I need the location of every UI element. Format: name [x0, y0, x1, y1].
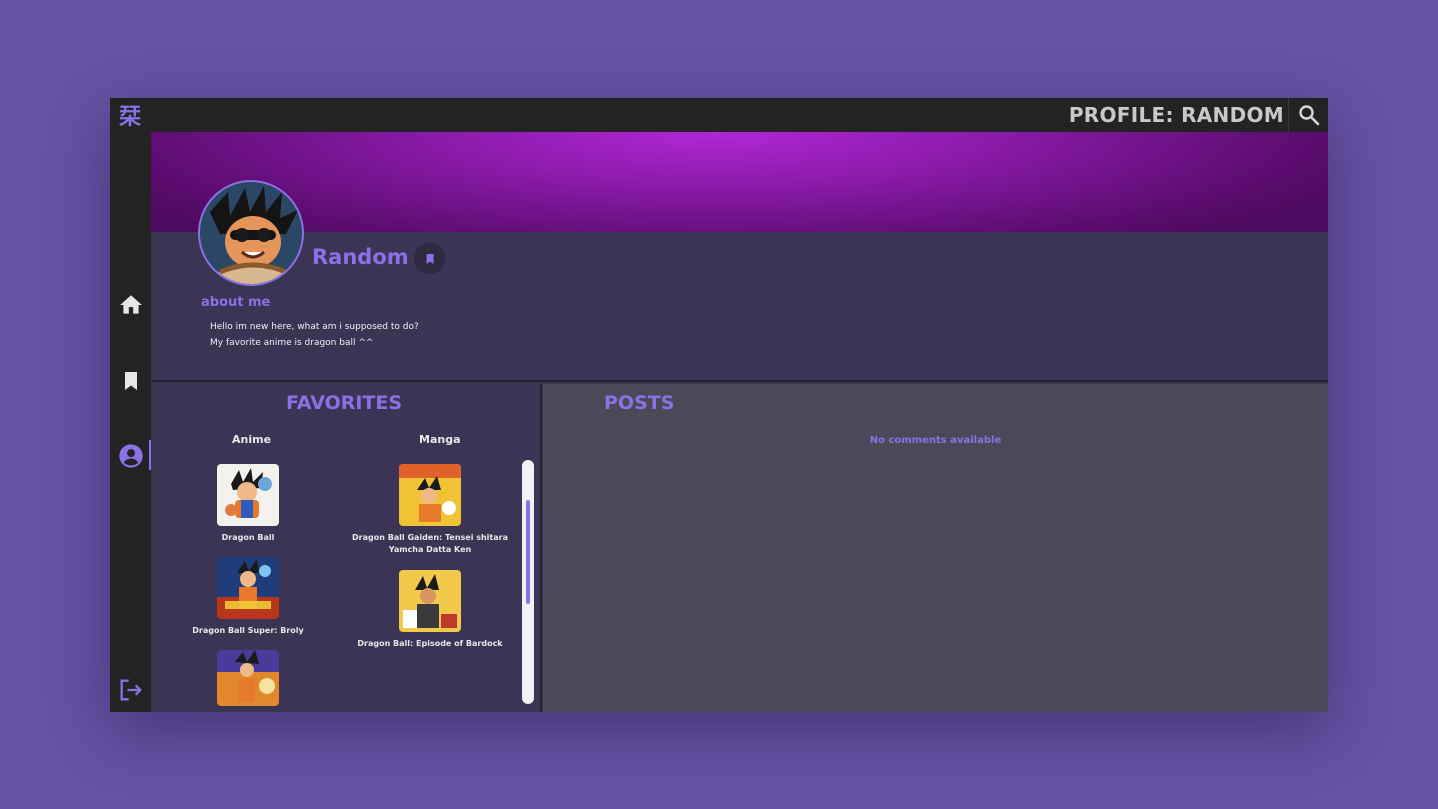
cover-image: [217, 557, 279, 619]
scrollbar-thumb[interactable]: [526, 500, 530, 604]
search-icon: [1298, 105, 1319, 126]
favorite-title: Dragon Ball: Episode of Bardock: [357, 639, 503, 648]
posts-title: POSTS: [604, 392, 675, 414]
top-bar: 栞 PROFILE: RANDOM: [110, 98, 1328, 132]
cover-art: [217, 557, 279, 619]
favorite-anime-item[interactable]: Dragon Ball Super: Broly: [153, 557, 343, 637]
logout-icon: [120, 679, 141, 701]
cover-image: [217, 650, 279, 706]
app-logo[interactable]: 栞: [110, 98, 150, 132]
page-title: PROFILE: RANDOM: [1068, 103, 1284, 127]
about-line: Hello im new here, what am i supposed to…: [210, 322, 419, 332]
favorite-title: Dragon Ball: [221, 533, 275, 542]
about-me-text: Hello im new here, what am i supposed to…: [210, 320, 419, 351]
favorite-manga-item[interactable]: Dragon Ball: Episode of Bardock: [335, 570, 525, 650]
sidebar-item-bookmarks[interactable]: [110, 361, 151, 401]
profile-username: Random: [312, 245, 409, 269]
anime-column-header: Anime: [232, 433, 272, 446]
cover-art: [399, 570, 461, 632]
account-circle-icon: [118, 444, 143, 468]
posts-panel: POSTS No comments available: [543, 384, 1328, 712]
search-button[interactable]: [1288, 98, 1328, 132]
favorites-title: FAVORITES: [286, 392, 403, 414]
home-icon: [119, 295, 142, 314]
cover-image: [399, 464, 461, 526]
favorites-panel: FAVORITES Anime Manga Dragon Ball Dragon…: [151, 384, 542, 712]
favorite-anime-item[interactable]: Dragon Ball: [153, 464, 343, 544]
sidebar-item-logout[interactable]: [110, 670, 151, 710]
favorites-scrollbar[interactable]: [522, 460, 534, 704]
favorite-anime-item[interactable]: [153, 650, 343, 712]
cover-image: [399, 570, 461, 632]
cover-art: [217, 464, 279, 526]
manga-column-header: Manga: [419, 433, 461, 446]
cover-art: [399, 464, 461, 526]
avatar: [198, 180, 304, 286]
sidebar-item-home[interactable]: [110, 285, 151, 325]
profile-banner: [151, 132, 1328, 232]
sidebar: [110, 132, 151, 712]
cover-image: [217, 464, 279, 526]
about-me-heading: about me: [201, 295, 271, 310]
favorite-manga-item[interactable]: Dragon Ball Gaiden: Tensei shitara Yamch…: [335, 464, 525, 556]
favorite-title: Dragon Ball Gaiden: Tensei shitara Yamch…: [352, 533, 508, 554]
bookmark-icon: [124, 372, 137, 390]
sidebar-item-profile[interactable]: [110, 436, 151, 476]
app-window: 栞 PROFILE: RANDOM Random about me Hello …: [110, 98, 1328, 712]
about-line: My favorite anime is dragon ball ^^: [210, 337, 374, 348]
no-comments-message: No comments available: [869, 435, 1002, 446]
cover-art: [217, 650, 279, 706]
avatar-image: [200, 182, 302, 284]
favorite-title: Dragon Ball Super: Broly: [192, 626, 304, 635]
bookmark-icon: [426, 253, 433, 264]
bookmark-profile-button[interactable]: [414, 243, 445, 274]
